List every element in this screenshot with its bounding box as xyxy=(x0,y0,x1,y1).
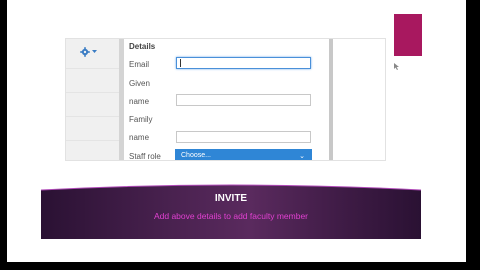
gear-icon xyxy=(80,47,90,57)
staff-role-label: Staff role xyxy=(129,152,161,161)
form-heading: Details xyxy=(129,42,156,51)
email-label: Email xyxy=(129,60,150,69)
pane-divider[interactable] xyxy=(119,39,124,160)
staff-role-value: Choose... xyxy=(181,152,211,159)
accent-tab xyxy=(394,14,422,56)
email-field[interactable] xyxy=(176,57,311,69)
screenshot-panel: Details Email Given name Family name Sta… xyxy=(65,38,386,161)
family-name-label-line2: name xyxy=(129,133,150,142)
banner-subtitle: Add above details to add faculty member xyxy=(153,211,309,221)
given-name-label-line2: name xyxy=(129,97,150,106)
settings-dropdown-button[interactable] xyxy=(80,45,102,59)
details-form: Details Email Given name Family name Sta… xyxy=(129,39,329,160)
chevron-down-icon: ⌄ xyxy=(299,153,305,160)
family-name-field[interactable] xyxy=(176,131,311,143)
scrollbar[interactable] xyxy=(329,39,333,160)
invite-banner: INVITE Add above details to add faculty … xyxy=(41,182,421,239)
left-sidebar xyxy=(66,39,120,160)
banner-title: INVITE xyxy=(214,193,248,204)
text-caret xyxy=(180,59,181,67)
sidebar-divider xyxy=(66,92,119,93)
sidebar-divider xyxy=(66,68,119,69)
slide: Details Email Given name Family name Sta… xyxy=(7,0,466,262)
mouse-cursor-icon xyxy=(394,63,399,72)
sidebar-divider xyxy=(66,116,119,117)
caret-down-icon xyxy=(92,50,97,53)
family-name-label-line1: Family xyxy=(129,115,153,124)
given-name-field[interactable] xyxy=(176,94,311,106)
given-name-label-line1: Given xyxy=(129,79,150,88)
staff-role-select[interactable]: Choose... ⌄ xyxy=(175,149,312,160)
sidebar-divider xyxy=(66,140,119,141)
